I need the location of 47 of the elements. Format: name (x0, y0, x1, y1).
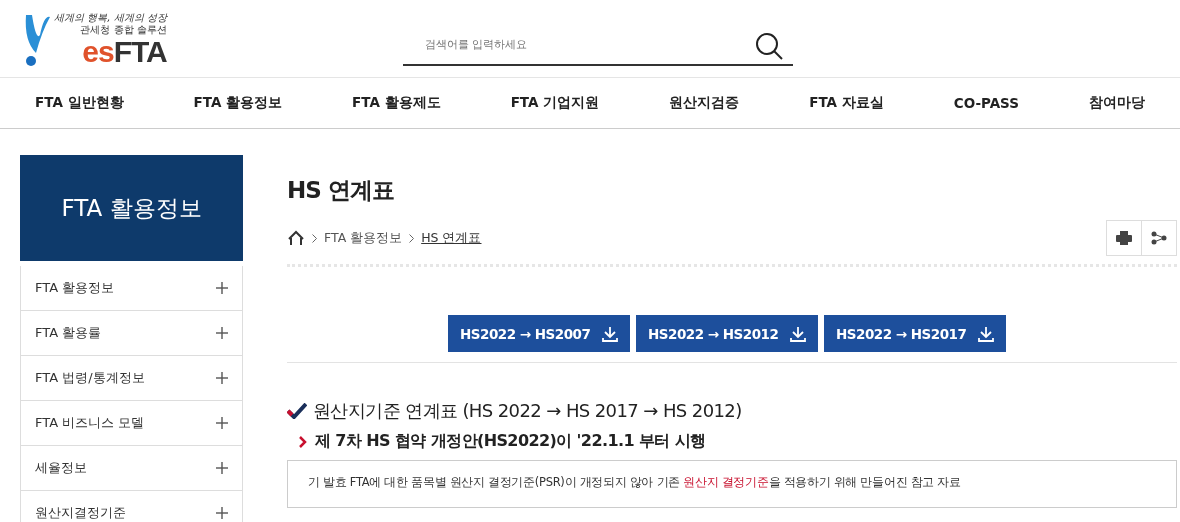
download-button[interactable]: HS2022 → HS2017 (824, 315, 1006, 352)
subsection-title: 제 7차 HS 협약 개정안(HS2022)이 '22.1.1 부터 시행 (315, 431, 706, 452)
print-button[interactable] (1106, 220, 1142, 256)
logo-subtitle: 관세청 종합 솔루션 (80, 24, 167, 35)
nav-item[interactable]: 원산지검증 (669, 94, 740, 112)
sidebar-item[interactable]: FTA 활용률 (20, 311, 243, 356)
nav-item[interactable]: FTA 활용제도 (352, 94, 441, 112)
sidebar-item[interactable]: FTA 법령/통계정보 (20, 356, 243, 401)
breadcrumb-link[interactable]: FTA 활용정보 (324, 229, 403, 247)
nav-item[interactable]: 참여마당 (1088, 94, 1145, 112)
note-text: 기 발효 FTA에 대한 품목별 원산지 결정기준(PSR)이 개정되지 않아 기존 원산지 결정기준을 적용하기 위해 만들어진 참고 자료 (308, 475, 962, 490)
download-icon (790, 325, 806, 342)
sidebar-item[interactable]: FTA 활용정보 (20, 266, 243, 311)
search-icon[interactable] (755, 31, 783, 60)
sidebar-item[interactable]: FTA 비즈니스 모델 (20, 401, 243, 446)
checkmark-icon (287, 403, 307, 419)
share-button[interactable] (1141, 220, 1177, 256)
nav-item[interactable]: FTA 자료실 (809, 94, 884, 112)
share-icon (1151, 231, 1167, 245)
page-title: HS 연계표 (287, 176, 395, 205)
sidebar-item-label: FTA 법령/통계정보 (35, 369, 145, 387)
download-icon (978, 325, 994, 342)
chevron-icon (299, 435, 307, 448)
nav-item[interactable]: CO-PASS (953, 95, 1019, 111)
sidebar-item-label: 세율정보 (35, 459, 87, 477)
sidebar-item[interactable]: 세율정보 (20, 446, 243, 491)
nav-item[interactable]: FTA 기업지원 (510, 94, 600, 112)
nav-item[interactable]: FTA 일반현황 (35, 94, 124, 112)
sidebar-item-label: FTA 비즈니스 모델 (35, 414, 145, 432)
download-button[interactable]: HS2022 → HS2012 (636, 315, 818, 352)
chevron-icon (409, 233, 415, 243)
download-button[interactable]: HS2022 → HS2007 (448, 315, 630, 352)
home-icon[interactable] (287, 230, 305, 246)
download-icon (602, 325, 618, 342)
sidebar-item-label: FTA 활용률 (35, 324, 102, 342)
logo-tagline: 세계의 행복, 세계의 성장 (54, 12, 167, 23)
sidebar-title: FTA 활용정보 (20, 155, 243, 261)
section-title: 원산지기준 연계표 (HS 2022 → HS 2017 → HS 2012) (313, 399, 742, 423)
logo[interactable]: 세계의 행복, 세계의 성장 관세청 종합 솔루션 esFTA (22, 10, 403, 67)
sidebar-item-label: 원산지결정기준 (35, 504, 126, 522)
search-field[interactable]: 검색어를 입력하세요 (403, 25, 793, 66)
logo-wordmark: esFTA (82, 36, 167, 67)
chevron-icon (312, 233, 317, 243)
breadcrumb-link[interactable]: HS 연계표 (421, 229, 482, 247)
sidebar-item[interactable]: 원산지결정기준 (20, 491, 243, 522)
nav-item[interactable]: FTA 활용정보 (193, 94, 283, 112)
sidebar-item-label: FTA 활용정보 (35, 279, 115, 297)
